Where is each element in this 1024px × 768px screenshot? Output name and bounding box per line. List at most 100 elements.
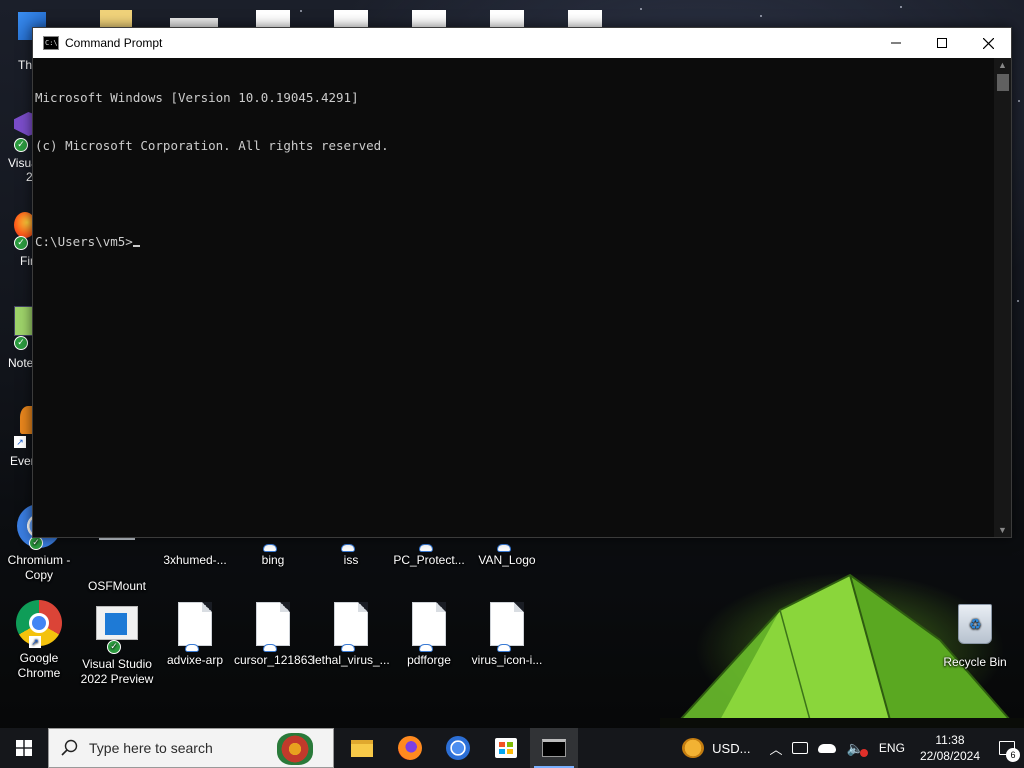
taskbar: Type here to search USD... ︿ 🔈 ENG 11:38… [0, 728, 1024, 768]
cloud-status-icon [263, 644, 277, 652]
taskbar-file-explorer[interactable] [338, 728, 386, 768]
visual-studio-installer-icon: ✓ [93, 606, 141, 654]
desktop-icon-lethal-virus[interactable]: lethal_virus_... [312, 600, 390, 668]
desktop-icon-label: Visual Studio 2022 Preview [80, 657, 154, 686]
desktop-icon-label: VAN_Logo [478, 553, 536, 567]
cloud-status-icon [497, 544, 511, 552]
shortcut-arrow-icon: ↗ [29, 636, 41, 648]
search-placeholder: Type here to search [89, 740, 213, 756]
volume-muted-icon[interactable]: 🔈 [846, 740, 868, 757]
chromium-icon [446, 736, 470, 760]
file-icon [412, 602, 446, 646]
recycle-bin-icon: ♻ [951, 604, 999, 652]
clock-time: 11:38 [935, 733, 965, 747]
taskbar-microsoft-store[interactable] [482, 728, 530, 768]
system-tray: USD... ︿ 🔈 ENG 11:38 22/08/2024 6 [682, 728, 1024, 768]
desktop-icon-label: virus_icon-i... [471, 653, 543, 667]
desktop-icon-recycle-bin[interactable]: ♻ Recycle Bin [936, 600, 1014, 670]
notepad-plus-plus-icon [14, 306, 34, 336]
currency-coin-icon [682, 738, 705, 758]
clock-date: 22/08/2024 [919, 749, 980, 763]
sync-check-icon: ✓ [29, 536, 43, 550]
console-prompt: C:\Users\vm5> [35, 234, 133, 249]
minimize-button[interactable] [873, 28, 919, 58]
desktop-icon-label: lethal_virus_... [312, 653, 390, 667]
start-button[interactable] [0, 728, 48, 768]
network-icon[interactable] [792, 742, 809, 754]
notification-count-badge: 6 [1006, 748, 1020, 762]
desktop-icon-label: Recycle Bin [943, 655, 1007, 669]
desktop-icon-label: bing [261, 553, 285, 567]
minimize-icon [891, 42, 901, 44]
cloud-status-icon [419, 544, 433, 552]
maximize-icon [937, 38, 947, 48]
file-explorer-icon [351, 739, 373, 757]
file-icon-wrap [483, 602, 531, 652]
cloud-status-icon [341, 644, 355, 652]
text-cursor [132, 245, 140, 247]
scroll-down-arrow-icon[interactable]: ▼ [994, 523, 1011, 537]
console-line: (c) Microsoft Corporation. All rights re… [35, 138, 389, 153]
desktop-icon-label: 3xhumed-... [163, 553, 227, 567]
taskbar-search-box[interactable]: Type here to search [48, 728, 334, 768]
desktop-icon-virus-icon[interactable]: virus_icon-i... [468, 600, 546, 668]
scrollbar-thumb[interactable] [997, 74, 1009, 91]
command-prompt-icon: C:\ [43, 36, 59, 50]
desktop-icon-google-chrome[interactable]: ↗ Google Chrome [0, 600, 78, 681]
desktop-icon-cursor[interactable]: cursor_121863 [234, 600, 315, 668]
clock[interactable]: 11:38 22/08/2024 [920, 732, 980, 764]
console-line: Microsoft Windows [Version 10.0.19045.42… [35, 90, 359, 105]
weather-widget[interactable]: USD... [682, 738, 750, 758]
window-titlebar[interactable]: C:\ Command Prompt [33, 28, 1011, 58]
language-indicator[interactable]: ENG [879, 741, 905, 755]
windows-logo-icon [16, 740, 32, 756]
cloud-status-icon [185, 644, 199, 652]
close-button[interactable] [965, 28, 1011, 58]
taskbar-chromium[interactable] [434, 728, 482, 768]
taskbar-firefox[interactable] [386, 728, 434, 768]
cloud-status-icon [341, 544, 355, 552]
console-output[interactable]: Microsoft Windows [Version 10.0.19045.42… [33, 58, 994, 537]
shortcut-arrow-icon: ↗ [14, 436, 26, 448]
desktop-icon-visual-studio-preview[interactable]: ✓ Visual Studio 2022 Preview [78, 600, 156, 687]
file-icon [334, 602, 368, 646]
file-icon-wrap [327, 602, 375, 652]
desktop-icon-pdfforge[interactable]: pdfforge [390, 600, 468, 668]
show-hidden-icons-chevron-icon[interactable]: ︿ [769, 739, 782, 758]
microsoft-store-icon [495, 738, 517, 758]
notification-center-button[interactable]: 6 [990, 728, 1024, 768]
desktop-icon-label: advixe-arp [166, 653, 224, 667]
desktop-icon-label: Google Chrome [17, 651, 61, 680]
chrome-icon: ↗ [15, 600, 63, 648]
file-icon-wrap [405, 602, 453, 652]
desktop-icon-label: OSFMount [87, 579, 147, 593]
desktop-icon-label: PC_Protect... [393, 553, 465, 567]
weather-text: USD... [712, 740, 751, 756]
file-icon [256, 602, 290, 646]
scroll-up-arrow-icon[interactable]: ▲ [994, 58, 1011, 72]
close-icon [982, 37, 994, 49]
vertical-scrollbar[interactable]: ▲ ▼ [994, 58, 1011, 537]
sync-check-icon: ✓ [14, 336, 28, 350]
command-prompt-window[interactable]: C:\ Command Prompt Microsoft Windows [Ve… [32, 27, 1012, 538]
console-prompt-line: C:\Users\vm5> [35, 234, 994, 250]
desktop-icon-label: cursor_121863 [234, 653, 315, 667]
desktop-icon-label: pdfforge [407, 653, 451, 667]
window-title: Command Prompt [65, 36, 163, 50]
onedrive-cloud-icon[interactable] [818, 743, 837, 753]
sync-check-icon: ✓ [107, 640, 121, 654]
window-controls [873, 28, 1011, 58]
file-icon-wrap [171, 602, 219, 652]
sync-check-icon: ✓ [14, 138, 28, 152]
firefox-icon [398, 736, 422, 760]
taskbar-command-prompt[interactable] [530, 728, 578, 768]
file-icon [490, 602, 524, 646]
sync-check-icon: ✓ [14, 236, 28, 250]
desktop-icon-advixe-arp[interactable]: advixe-arp [156, 600, 234, 668]
file-icon-wrap [249, 602, 297, 652]
maximize-button[interactable] [919, 28, 965, 58]
command-prompt-icon [542, 739, 566, 757]
search-icon [61, 739, 78, 756]
desktop-icon-label: iss [343, 553, 359, 567]
